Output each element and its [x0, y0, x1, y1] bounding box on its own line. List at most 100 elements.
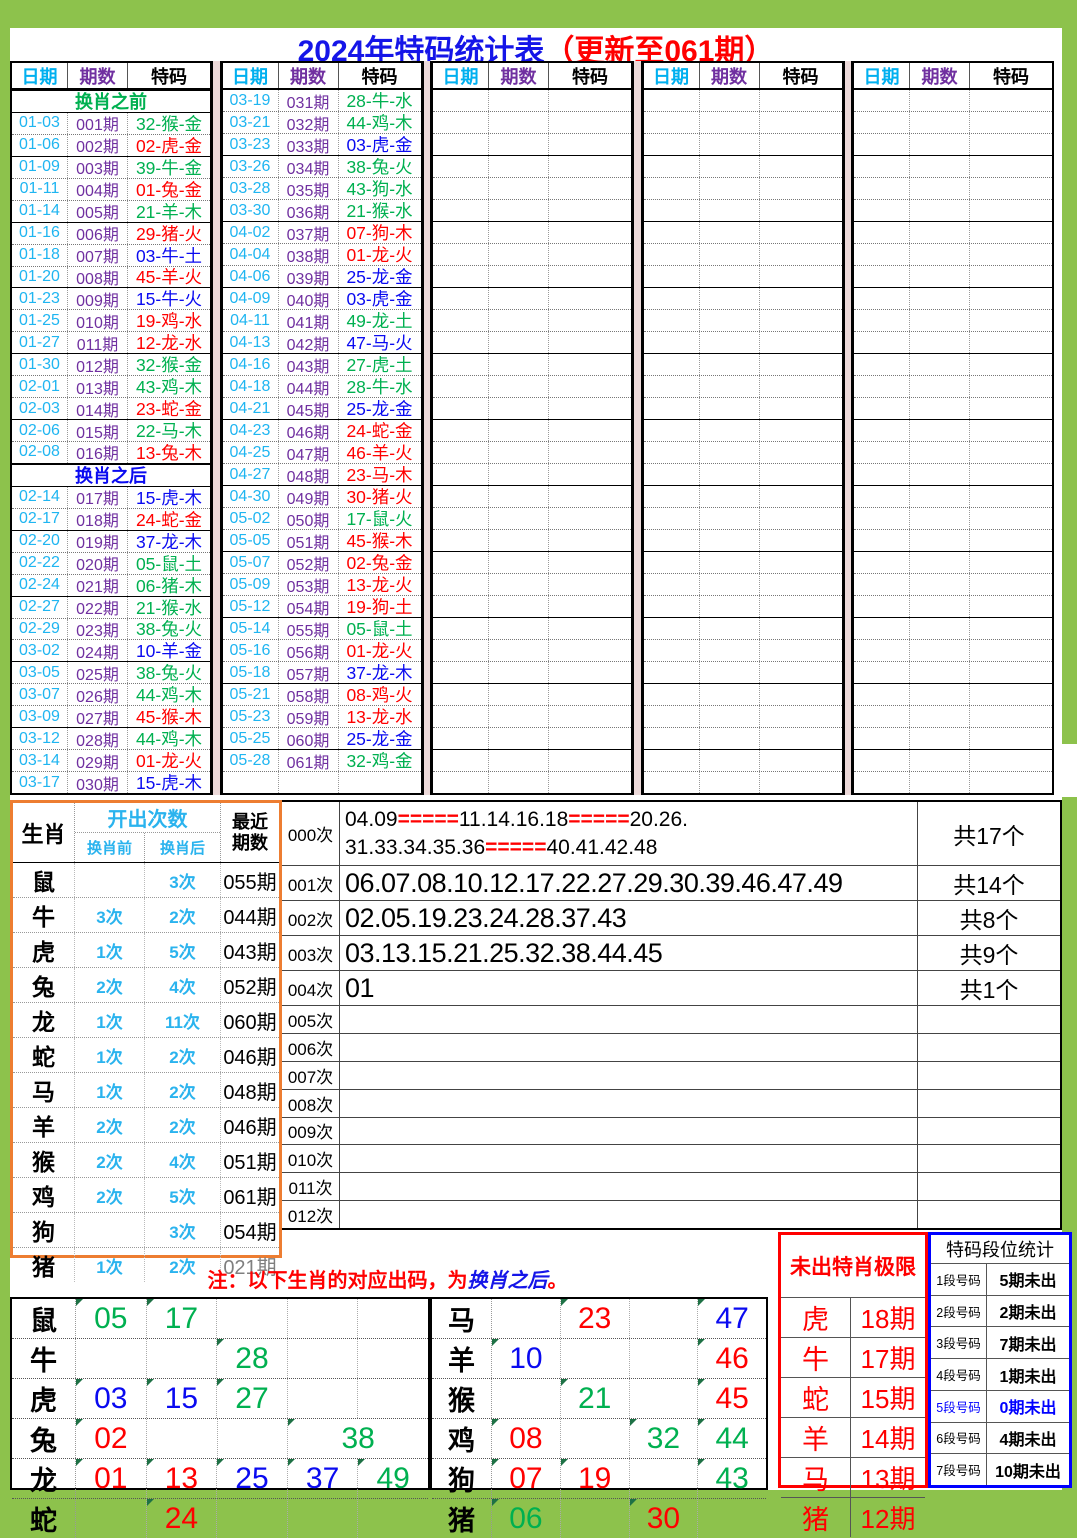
zodiac-name: 羊: [432, 1339, 492, 1378]
table-row: [643, 398, 842, 420]
stats-recent-period: 061期: [223, 1186, 277, 1209]
cell-date: 02-01: [12, 376, 68, 398]
cell-date: [644, 464, 700, 485]
zodiac-number-cell: [561, 1339, 630, 1378]
zodiac-name: 猴: [432, 1379, 492, 1418]
zodiac-number-cell: [217, 1499, 288, 1538]
zodiac-number-cell: [218, 1419, 289, 1458]
table-row: 02-24 021期 06-猪-木: [12, 574, 210, 597]
cell-special-code: [760, 112, 842, 133]
cell-date: 05-21: [223, 684, 279, 705]
table-row: [854, 90, 1052, 112]
period-group-2: 日期 期数 特码 03-19 031期 28-牛-水 03-21 032期 44-鸡-木 03-2…: [220, 61, 423, 795]
table-row: 03-28 035期 43-狗-水: [222, 178, 421, 200]
cell-date: [433, 442, 489, 463]
cell-date: [644, 684, 700, 705]
header-after-change: 换肖后: [159, 840, 205, 857]
cell-period: 019期: [68, 530, 128, 552]
table-row: [854, 310, 1052, 332]
cell-period: [700, 288, 760, 309]
table-row: 03-02 024期 10-羊-金: [12, 640, 210, 663]
cell-special-code: [549, 244, 631, 265]
frequency-label: 009次: [282, 1117, 340, 1145]
frequency-line: 31.33.34.35.36=====40.41.42.48: [345, 834, 917, 861]
cell-period: [910, 288, 970, 309]
cell-date: [854, 464, 910, 485]
cell-period: [489, 134, 549, 155]
table-row: 03-09 027期 45-猴-木: [12, 706, 210, 729]
cell-date: 01-18: [12, 244, 68, 266]
missing-zodiac-name: 羊: [781, 1418, 851, 1457]
cell-special-code: 23-蛇-金: [135, 399, 203, 420]
zodiac-number-row: 龙 01 13 25 37 49: [12, 1459, 428, 1499]
cell-period: [489, 464, 549, 485]
stats-before-count: 2次: [75, 1143, 145, 1177]
cell-date: [433, 684, 489, 705]
zodiac-number-cell: [288, 1339, 359, 1378]
table-row: [433, 266, 631, 288]
cell-date: 02-20: [12, 530, 68, 552]
cell-special-code: 37-龙-木: [135, 531, 203, 552]
cell-special-code: [760, 684, 842, 705]
stats-zodiac: 鼠: [13, 863, 75, 897]
cell-period: [489, 574, 549, 595]
table-row: [433, 442, 631, 464]
cell-date: [644, 596, 700, 617]
header-code: 特码: [782, 66, 819, 87]
number-list: 40.41.42.48: [546, 835, 658, 859]
cell-period: [489, 90, 549, 111]
cell-special-code: [970, 376, 1052, 397]
table-row: 03-26 034期 38-兔-火: [222, 156, 421, 178]
cell-special-code: 03-虎-金: [346, 289, 413, 309]
cell-date: 01-25: [12, 310, 68, 332]
cell-date: 01-06: [12, 134, 68, 156]
cell-special-code: 24-蛇-金: [346, 421, 413, 441]
stats-zodiac: 羊: [13, 1108, 75, 1142]
cell-date: [644, 398, 700, 419]
cell-date: [433, 310, 489, 331]
table-row: [643, 662, 842, 684]
stats-recent-period: 048期: [223, 1081, 277, 1104]
cell-special-code: 37-龙-木: [346, 663, 413, 683]
cell-special-code: [970, 244, 1052, 265]
cell-date: [854, 376, 910, 397]
cell-special-code: [970, 354, 1052, 375]
frequency-total: 共17个: [953, 822, 1025, 849]
cell-period: 042期: [279, 332, 339, 353]
middle-section: 生肖 开出次数 换肖前 换肖后 最近 期数 鼠 3次 055期牛 3次 2次 044期虎 1次…: [10, 800, 1062, 1282]
cell-special-code: 19-狗-土: [346, 597, 413, 617]
cell-special-code: 15-牛-火: [135, 289, 203, 310]
cell-special-code: 22-马-木: [135, 421, 203, 442]
cell-period: [489, 706, 549, 727]
cell-date: [433, 772, 489, 793]
cell-special-code: 44-鸡-木: [346, 113, 413, 133]
period-group-1: 日期 期数 特码 换肖之前 01-03 001期 32-猴-金 01-06 002期 02-虎-金…: [10, 61, 212, 795]
cell-date: 04-09: [223, 288, 279, 309]
frequency-label: 012次: [282, 1201, 340, 1228]
cell-period: [910, 662, 970, 683]
cell-period: [700, 706, 760, 727]
zodiac-number-cell: [630, 1299, 699, 1338]
zodiac-number-cell: 21: [560, 1379, 630, 1418]
cell-special-code: 01-兔-金: [135, 179, 203, 200]
cell-special-code: [760, 750, 842, 771]
table-row: 05-23 059期 13-龙-水: [222, 706, 421, 728]
cell-date: [854, 750, 910, 771]
cell-special-code: [970, 772, 1052, 793]
zodiac-number-cell: 30: [629, 1499, 699, 1538]
cell-special-code: [760, 574, 842, 595]
number-list: 03.13.15.21.25.32.38.44.45: [345, 937, 663, 968]
stats-after-count: 5次: [145, 933, 221, 967]
cell-special-code: 25-龙-金: [346, 399, 413, 419]
stats-recent-period: 043期: [223, 941, 277, 964]
table-row: 02-29 023期 38-兔-火: [12, 618, 210, 641]
cell-date: [854, 288, 910, 309]
cell-special-code: [760, 508, 842, 529]
cell-special-code: [970, 90, 1052, 111]
separator-marks: =====: [568, 808, 630, 832]
cell-date: [433, 266, 489, 287]
cell-period: 018期: [68, 508, 128, 530]
table-row: 04-18 044期 28-牛-水: [222, 376, 421, 398]
cell-special-code: [760, 178, 842, 199]
table-row: [643, 354, 842, 376]
